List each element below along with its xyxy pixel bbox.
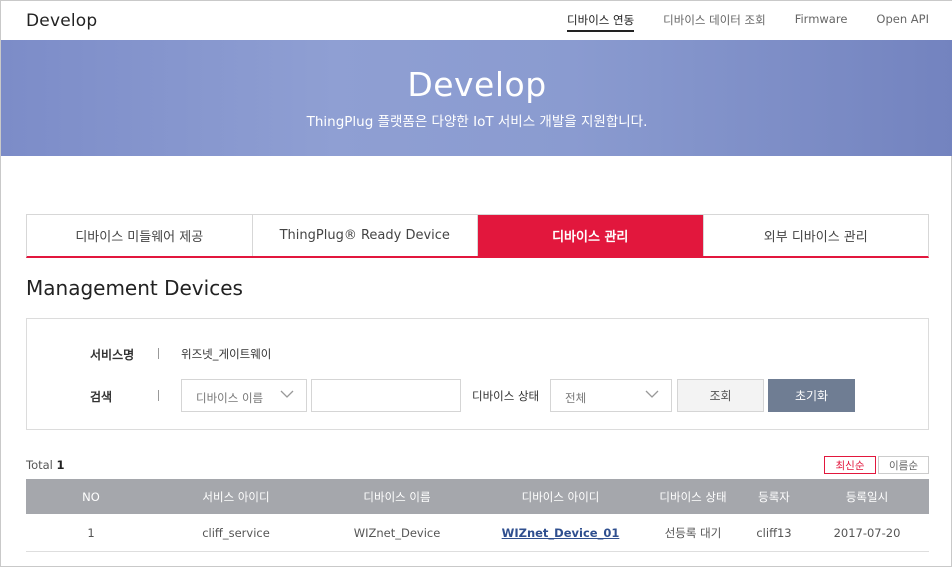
device-tabs: 디바이스 미들웨어 제공 ThingPlug® Ready Device 디바이… bbox=[26, 214, 929, 258]
reset-button[interactable]: 초기화 bbox=[768, 379, 855, 412]
divider bbox=[158, 348, 159, 359]
col-service-id: 서비스 아이디 bbox=[202, 489, 270, 504]
topnav-open-api[interactable]: Open API bbox=[876, 12, 929, 32]
chevron-down-icon bbox=[280, 390, 294, 398]
col-device-name: 디바이스 이름 bbox=[363, 489, 431, 504]
hero-banner: Develop ThingPlug 플랫폼은 다양한 IoT 서비스 개발을 지… bbox=[1, 40, 952, 156]
cell-device-name: WIZnet_Device bbox=[353, 525, 441, 540]
search-label: 검색 bbox=[90, 390, 113, 404]
cell-registrant: cliff13 bbox=[756, 525, 792, 540]
device-status-value: 전체 bbox=[565, 391, 587, 405]
total-value: 1 bbox=[56, 458, 65, 472]
cell-device-id: WIZnet_Device_01 bbox=[478, 514, 643, 551]
topnav-device-data[interactable]: 디바이스 데이터 조회 bbox=[663, 12, 766, 32]
col-device-id: 디바이스 아이디 bbox=[521, 489, 600, 504]
chevron-down-icon bbox=[645, 390, 659, 398]
tab-external-device[interactable]: 외부 디바이스 관리 bbox=[704, 215, 929, 256]
cell-no: 1 bbox=[87, 525, 95, 540]
sort-name-button[interactable]: 이름순 bbox=[878, 456, 929, 474]
cell-device-status: 선등록 대기 bbox=[664, 525, 722, 540]
service-name-value: 위즈넷_게이트웨이 bbox=[181, 347, 272, 361]
search-button[interactable]: 조회 bbox=[677, 379, 764, 412]
tab-device-management[interactable]: 디바이스 관리 bbox=[478, 215, 704, 256]
device-status-select[interactable]: 전체 bbox=[550, 379, 672, 412]
cell-service-id: cliff_service bbox=[202, 525, 270, 540]
col-registered-date: 등록일시 bbox=[845, 489, 889, 504]
hero-subtitle: ThingPlug 플랫폼은 다양한 IoT 서비스 개발을 지원합니다. bbox=[306, 114, 648, 130]
device-id-link[interactable]: WIZnet_Device_01 bbox=[502, 526, 620, 540]
tab-device-middleware[interactable]: 디바이스 미들웨어 제공 bbox=[27, 215, 253, 256]
filter-panel: 서비스명 위즈넷_게이트웨이 검색 디바이스 이름 디바이스 상태 전체 조회 … bbox=[26, 318, 929, 430]
top-nav: 디바이스 연동 디바이스 데이터 조회 Firmware Open API bbox=[538, 12, 929, 32]
hero-title: Develop bbox=[407, 65, 547, 104]
total-label: Total bbox=[26, 458, 53, 472]
col-device-status: 디바이스 상태 bbox=[659, 489, 727, 504]
search-input[interactable] bbox=[311, 379, 461, 412]
devices-table: NO 서비스 아이디 디바이스 이름 디바이스 아이디 디바이스 상태 등록자 … bbox=[26, 479, 929, 552]
divider bbox=[158, 390, 159, 401]
col-no: NO bbox=[82, 489, 100, 504]
tab-ready-device[interactable]: ThingPlug® Ready Device bbox=[253, 215, 478, 256]
topnav-firmware[interactable]: Firmware bbox=[795, 12, 848, 32]
cell-registered-date: 2017-07-20 bbox=[833, 525, 901, 540]
sort-newest-button[interactable]: 최신순 bbox=[824, 456, 876, 474]
col-registrant: 등록자 bbox=[758, 489, 790, 504]
top-bar: Develop 디바이스 연동 디바이스 데이터 조회 Firmware Ope… bbox=[1, 1, 952, 40]
brand-logo[interactable]: Develop bbox=[26, 11, 97, 31]
page-title: Management Devices bbox=[26, 276, 243, 300]
total-count: Total 1 bbox=[26, 458, 65, 472]
topnav-device-integration[interactable]: 디바이스 연동 bbox=[567, 12, 635, 32]
device-status-label: 디바이스 상태 bbox=[472, 389, 540, 403]
table-header: NO 서비스 아이디 디바이스 이름 디바이스 아이디 디바이스 상태 등록자 … bbox=[26, 479, 929, 514]
search-type-value: 디바이스 이름 bbox=[196, 391, 264, 405]
service-label: 서비스명 bbox=[90, 348, 135, 362]
table-row: 1 cliff_service WIZnet_Device WIZnet_Dev… bbox=[26, 514, 929, 552]
search-type-select[interactable]: 디바이스 이름 bbox=[181, 379, 307, 412]
